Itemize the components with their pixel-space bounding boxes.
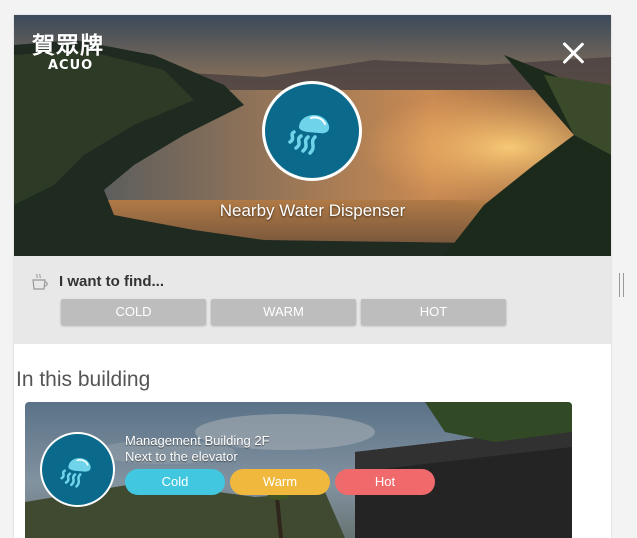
warm-badge[interactable]: Warm	[230, 469, 330, 495]
close-icon[interactable]	[561, 41, 585, 65]
cold-badge[interactable]: Cold	[125, 469, 225, 495]
page-title: Nearby Water Dispenser	[219, 201, 406, 220]
hero-jellyfish-badge	[262, 81, 362, 181]
filter-label: I want to find...	[59, 273, 164, 290]
hero-header: 賀眾牌 ACUO Nearby Water Dispenser	[14, 15, 611, 256]
acuo-logo: 賀眾牌 ACUO	[32, 33, 116, 77]
page: 賀眾牌 ACUO Nearby Water Dispenser I want t…	[0, 0, 637, 538]
dispenser-card[interactable]: Management Building 2F Next to the eleva…	[25, 402, 572, 538]
hot-badge[interactable]: Hot	[335, 469, 435, 495]
section-title: In this building	[16, 368, 151, 391]
cup-icon	[32, 273, 48, 290]
logo-chinese-text: 賀眾牌	[32, 33, 104, 59]
temperature-filter: I want to find... COLD WARM HOT	[14, 256, 611, 344]
filter-cold-button[interactable]: COLD	[61, 299, 206, 325]
logo-english-text: ACUO	[48, 58, 94, 73]
filter-hot-button[interactable]: HOT	[361, 299, 506, 325]
jellyfish-icon	[59, 457, 91, 488]
card-jellyfish-badge	[40, 432, 115, 507]
dispenser-detail: Next to the elevator	[125, 449, 238, 464]
scrollbar-handle[interactable]	[619, 273, 624, 297]
jellyfish-icon	[288, 114, 330, 155]
dispenser-location: Management Building 2F	[125, 433, 270, 448]
filter-warm-button[interactable]: WARM	[211, 299, 356, 325]
